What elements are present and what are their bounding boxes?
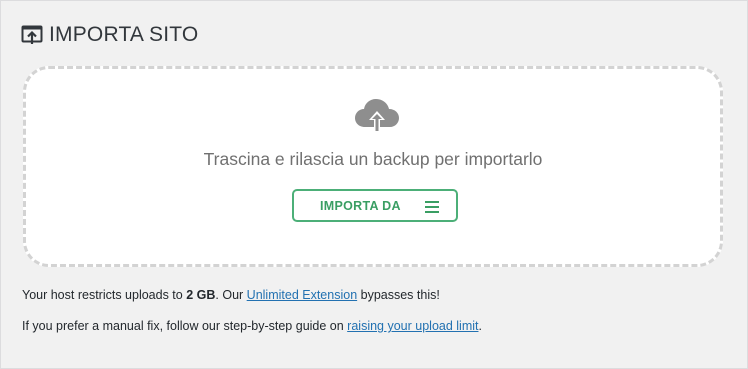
unlimited-extension-link[interactable]: Unlimited Extension xyxy=(247,288,357,302)
import-upload-icon xyxy=(21,24,43,46)
notice-text: bypasses this! xyxy=(357,288,440,302)
notice-text: Your host restricts uploads to xyxy=(22,288,187,302)
notice-text: . Our xyxy=(215,288,247,302)
upload-limit-notice: Your host restricts uploads to 2 GB. Our… xyxy=(22,288,440,302)
import-site-panel: IMPORTA SITO Trascina e rilascia un back… xyxy=(0,0,748,369)
menu-icon xyxy=(425,200,439,213)
notice-text: . xyxy=(478,319,482,333)
panel-header: IMPORTA SITO xyxy=(21,22,198,48)
backup-dropzone[interactable]: Trascina e rilascia un backup per import… xyxy=(23,66,723,267)
manual-fix-notice: If you prefer a manual fix, follow our s… xyxy=(22,319,482,333)
cloud-upload-icon xyxy=(353,97,401,137)
page-title: IMPORTA SITO xyxy=(49,23,199,46)
notice-text: If you prefer a manual fix, follow our s… xyxy=(22,319,348,333)
dropzone-instructions: Trascina e rilascia un backup per import… xyxy=(203,149,543,169)
upload-limit-guide-link[interactable]: raising your upload limit xyxy=(347,319,478,333)
import-from-button[interactable]: IMPORTA DA xyxy=(292,189,458,222)
import-from-label: IMPORTA DA xyxy=(320,198,401,213)
upload-limit-value: 2 GB xyxy=(186,288,216,302)
